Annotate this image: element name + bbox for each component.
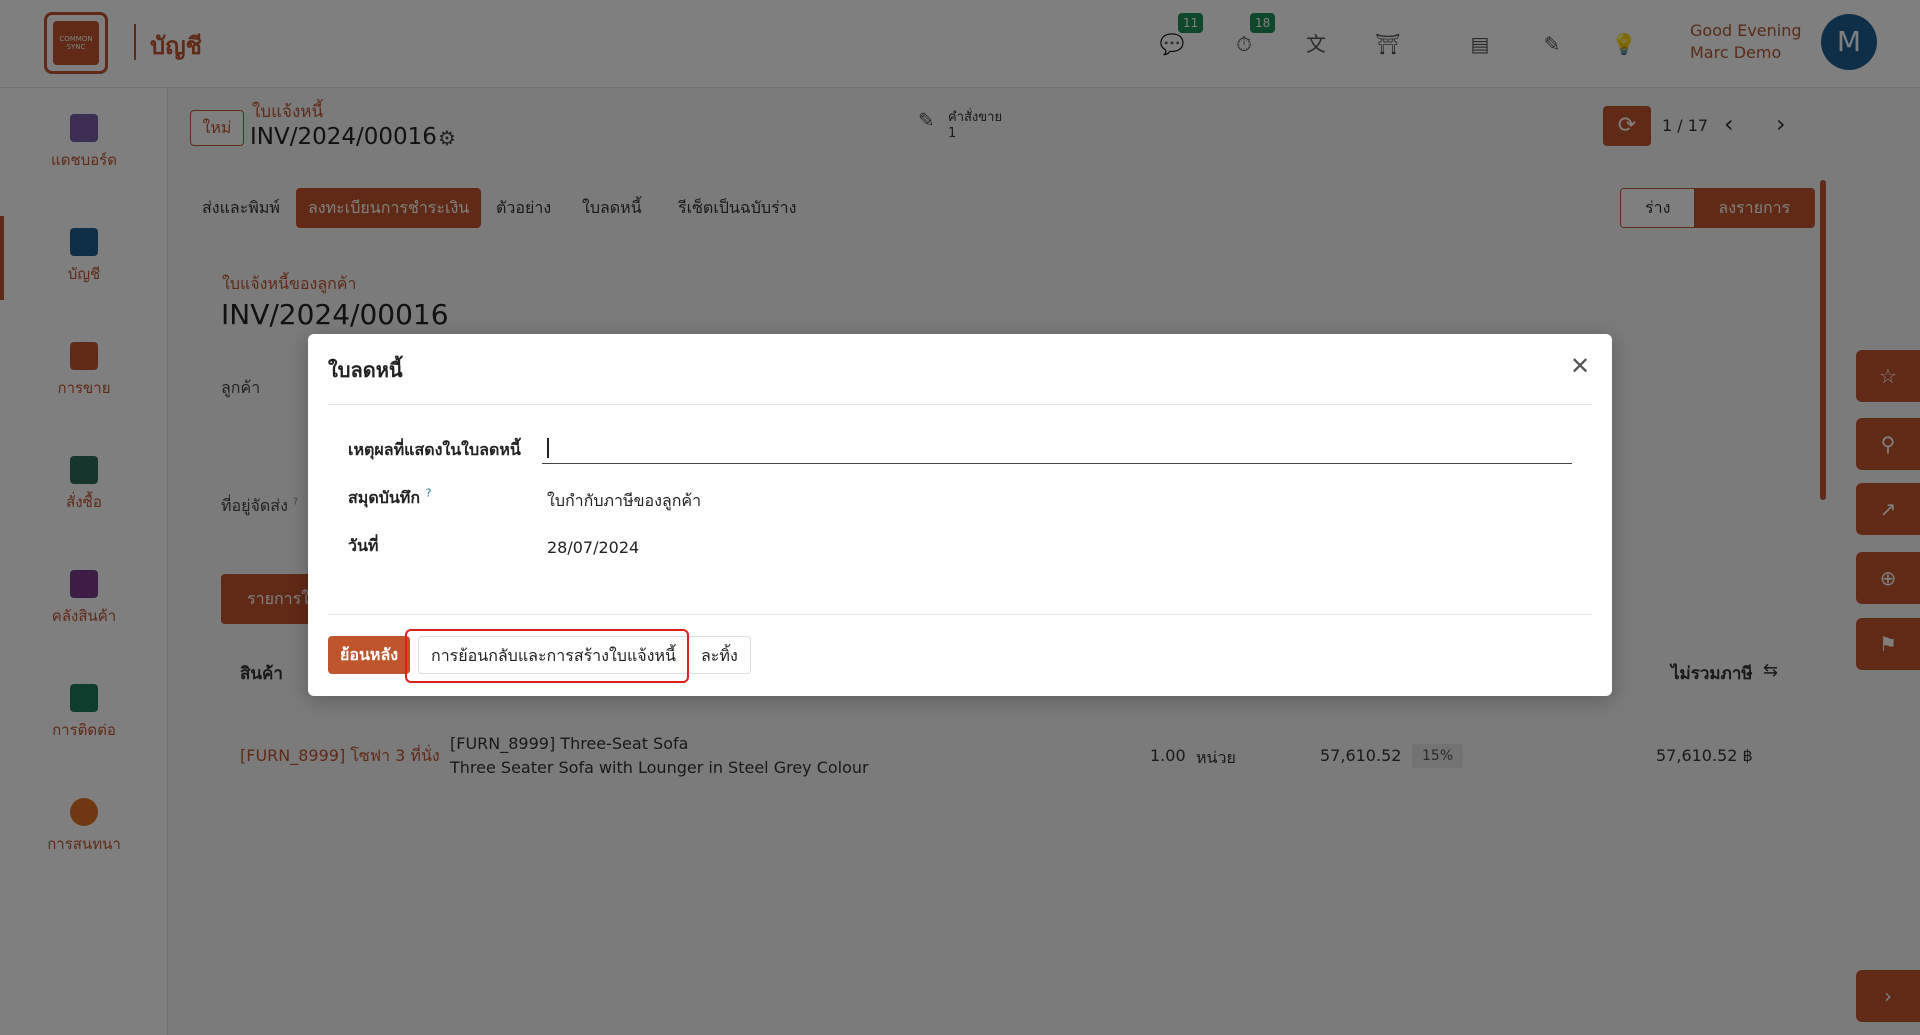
help-icon[interactable]: ?: [426, 487, 432, 500]
journal-value[interactable]: ใบกำกับภาษีของลูกค้า: [547, 489, 701, 514]
close-icon[interactable]: ✕: [1570, 352, 1590, 380]
journal-field: สมุดบันทึก ?: [348, 486, 431, 511]
reason-input[interactable]: [542, 432, 1572, 464]
date-value[interactable]: 28/07/2024: [547, 538, 639, 557]
reverse-button[interactable]: ย้อนหลัง: [328, 636, 411, 674]
reason-label: เหตุผลที่แสดงในใบลดหนี้: [348, 440, 521, 459]
dialog-divider: [328, 404, 1592, 405]
credit-note-dialog: ใบลดหนี้ ✕ เหตุผลที่แสดงในใบลดหนี้ สมุดบ…: [308, 334, 1612, 696]
discard-button[interactable]: ละทิ้ง: [688, 636, 751, 674]
reverse-and-create-invoice-button[interactable]: การย้อนกลับและการสร้างใบแจ้งหนี้: [418, 636, 689, 674]
text-cursor: [547, 438, 549, 458]
dialog-footer-divider: [328, 614, 1592, 615]
journal-label: สมุดบันทึก: [348, 488, 421, 507]
date-label: วันที่: [348, 536, 379, 555]
dialog-title: ใบลดหนี้: [328, 358, 403, 382]
